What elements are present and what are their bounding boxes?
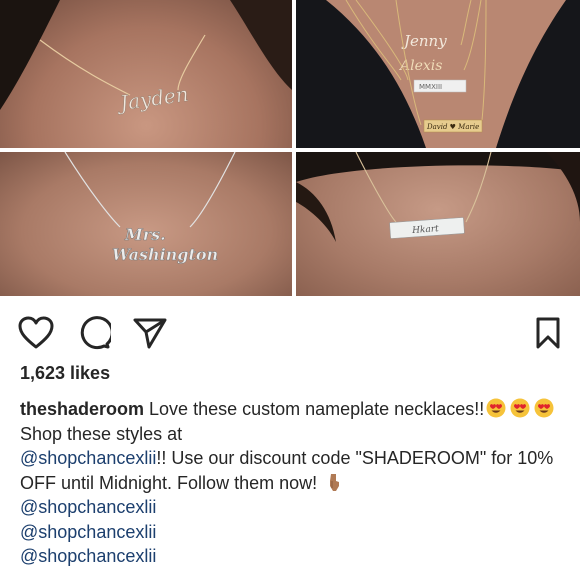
post-action-bar <box>0 310 580 354</box>
post-caption: theshaderoom Love these custom nameplate… <box>20 397 565 569</box>
mention-link[interactable]: @shopchancexlii <box>20 448 156 468</box>
necklace-text-roman: MMXIII <box>419 83 442 91</box>
heart-eyes-emoji <box>486 398 506 418</box>
heart-eyes-emoji <box>534 398 554 418</box>
like-count[interactable]: 1,623 likes <box>20 363 110 384</box>
necklace-photo-washington: Mrs. Washington <box>0 152 292 296</box>
necklace-text-mrs: Mrs. <box>124 225 166 244</box>
necklace-photo-layered: Jenny Alexis MMXIII David ♥ Marie <box>296 0 580 148</box>
necklace-photo-bar: Hkart <box>296 152 580 296</box>
mention-link[interactable]: @shopchancexlii <box>20 497 156 517</box>
necklace-text-washington: Washington <box>112 245 218 264</box>
mention-link[interactable]: @shopchancexlii <box>20 522 156 542</box>
necklace-text-david-marie: David ♥ Marie <box>426 123 479 131</box>
necklace-text-alexis: Alexis <box>398 58 442 74</box>
paper-plane-icon[interactable] <box>132 316 168 350</box>
necklace-text-jayden: Jayden <box>115 82 190 116</box>
caption-text-1: Love these custom nameplate necklaces!! <box>144 399 485 419</box>
mention-link[interactable]: @shopchancexlii <box>20 546 156 566</box>
heart-eyes-emoji <box>510 398 530 418</box>
post-image-collage[interactable]: Jayden Jenny Alexis MMXIII David ♥ Marie… <box>0 0 580 296</box>
bookmark-icon[interactable] <box>535 316 561 350</box>
caption-username[interactable]: theshaderoom <box>20 399 144 419</box>
comment-icon[interactable] <box>77 316 111 350</box>
necklace-text-jenny: Jenny <box>401 32 447 50</box>
necklace-text-hkart: Hkart <box>411 224 440 236</box>
pointing-down-emoji <box>330 473 340 491</box>
heart-icon[interactable] <box>18 316 54 350</box>
necklace-photo-jayden: Jayden <box>0 0 292 148</box>
caption-text-2: Shop these styles at <box>20 423 183 444</box>
